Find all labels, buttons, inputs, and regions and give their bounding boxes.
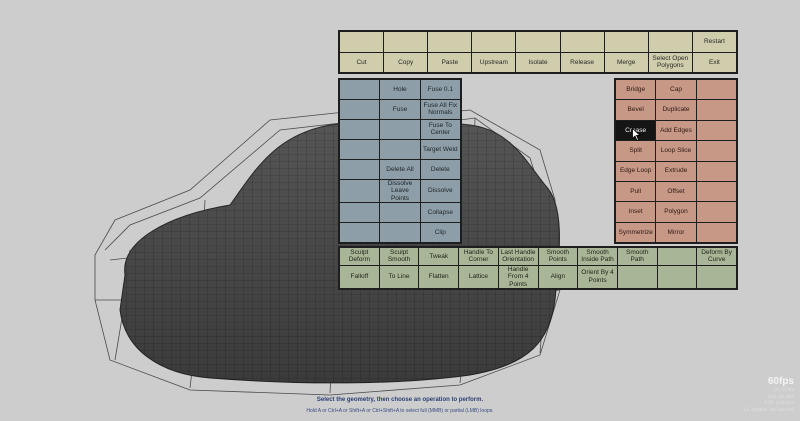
tweak-button[interactable]: Tweak (419, 248, 459, 265)
add-edges-button[interactable]: Add Edges (656, 120, 696, 141)
fuse-all-fix-normals-button[interactable]: Fuse All Fix Normals (420, 99, 460, 119)
release-button[interactable]: Release (560, 52, 604, 72)
edges-selected-count: 12 edges selected (742, 406, 794, 413)
bottom-command-panel: Sculpt Deform Sculpt Smooth Tweak Handle… (338, 246, 738, 290)
last-handle-orientation-button[interactable]: Last Handle Orientation (498, 248, 538, 265)
exit-button[interactable]: Exit (692, 52, 736, 72)
left-cell-empty (380, 119, 420, 139)
smooth-inside-path-button[interactable]: Smooth Inside Path (578, 248, 617, 265)
left-cell-empty (340, 159, 380, 179)
top-cell-empty (604, 32, 648, 52)
left-cell-empty (340, 119, 380, 139)
flatten-button[interactable]: Flatten (419, 265, 459, 288)
select-open-polygons-button[interactable]: Select Open Polygons (648, 52, 692, 72)
fuse-0-1-button[interactable]: Fuse 0.1 (420, 80, 460, 99)
mouse-cursor-icon (632, 128, 641, 141)
bevel-button[interactable]: Bevel (616, 100, 656, 120)
left-cell-empty (340, 80, 380, 99)
fuse-to-center-button[interactable]: Fuse To Center (420, 119, 460, 139)
deform-by-curve-button[interactable]: Deform By Curve (697, 248, 736, 265)
orient-by-4-points-button[interactable]: Orient By 4 Points (578, 265, 617, 288)
right-cell-empty (696, 141, 736, 161)
mirror-button[interactable]: Mirror (656, 222, 696, 242)
upstream-button[interactable]: Upstream (472, 52, 516, 72)
left-cell-empty (380, 223, 420, 242)
align-button[interactable]: Align (538, 265, 578, 288)
duplicate-button[interactable]: Duplicate (656, 100, 696, 120)
target-weld-button[interactable]: Target Weld (420, 139, 460, 159)
top-cell-empty (340, 32, 384, 52)
left-cell-empty (340, 139, 380, 159)
left-cell-empty (340, 99, 380, 119)
bottom-cell-empty (617, 265, 657, 288)
cut-button[interactable]: Cut (340, 52, 384, 72)
restart-button[interactable]: Restart (692, 32, 736, 52)
edge-loop-button[interactable]: Edge Loop (616, 161, 656, 181)
right-command-panel: Bridge Cap Bevel Duplicate Crease Add Ed… (614, 78, 738, 244)
instruction-text: Select the geometry, then choose an oper… (316, 397, 484, 403)
sculpt-deform-button[interactable]: Sculpt Deform (340, 248, 379, 265)
loop-slice-button[interactable]: Loop Slice (656, 141, 696, 161)
performance-hud: 60fps 16.67ms 120 prims 128 points 12 ed… (743, 376, 794, 413)
top-cell-empty (648, 32, 692, 52)
hint-text: Hold A or Ctrl+A or Shift+A or Ctrl+Shif… (306, 408, 494, 414)
delete-all-button[interactable]: Delete All (380, 159, 420, 179)
top-command-panel: Restart Cut Copy Paste Upstream Isolate … (338, 30, 738, 74)
isolate-button[interactable]: Isolate (516, 52, 560, 72)
right-cell-empty (696, 120, 736, 141)
dissolve-leave-points-button[interactable]: Dissolve Leave Points (380, 179, 420, 203)
clip-button[interactable]: Clip (420, 223, 460, 242)
sculpt-smooth-button[interactable]: Sculpt Smooth (379, 248, 419, 265)
handle-from-4-points-button[interactable]: Handle From 4 Points (498, 265, 538, 288)
offset-button[interactable]: Offset (656, 181, 696, 202)
left-cell-empty (380, 203, 420, 223)
bottom-cell-empty (657, 248, 697, 265)
right-cell-empty (696, 161, 736, 181)
fuse-button[interactable]: Fuse (380, 99, 420, 119)
smooth-path-button[interactable]: Smooth Path (617, 248, 657, 265)
hole-button[interactable]: Hole (380, 80, 420, 99)
left-cell-empty (340, 179, 380, 203)
smooth-points-button[interactable]: Smooth Points (538, 248, 578, 265)
right-cell-empty (696, 100, 736, 120)
right-cell-empty (696, 202, 736, 222)
merge-button[interactable]: Merge (604, 52, 648, 72)
delete-button[interactable]: Delete (420, 159, 460, 179)
polygon-button[interactable]: Polygon (656, 202, 696, 222)
top-cell-empty (472, 32, 516, 52)
collapse-button[interactable]: Collapse (420, 203, 460, 223)
fps-readout: 60fps (767, 376, 794, 387)
right-cell-empty (696, 181, 736, 202)
to-line-button[interactable]: To Line (379, 265, 419, 288)
paste-button[interactable]: Paste (428, 52, 472, 72)
pull-button[interactable]: Pull (616, 181, 656, 202)
left-cell-empty (380, 139, 420, 159)
top-cell-empty (516, 32, 560, 52)
symmetrize-button[interactable]: Symmetrize (616, 222, 656, 242)
copy-button[interactable]: Copy (384, 52, 428, 72)
lattice-button[interactable]: Lattice (459, 265, 498, 288)
bottom-cell-empty (657, 265, 697, 288)
top-cell-empty (428, 32, 472, 52)
split-button[interactable]: Split (616, 141, 656, 161)
right-cell-empty (696, 80, 736, 100)
falloff-button[interactable]: Falloff (340, 265, 379, 288)
top-cell-empty (384, 32, 428, 52)
bottom-cell-empty (697, 265, 736, 288)
dissolve-button[interactable]: Dissolve (420, 179, 460, 203)
left-command-panel: Hole Fuse 0.1 Fuse Fuse All Fix Normals … (338, 78, 462, 244)
cap-button[interactable]: Cap (656, 80, 696, 100)
handle-to-corner-button[interactable]: Handle To Corner (459, 248, 498, 265)
extrude-button[interactable]: Extrude (656, 161, 696, 181)
top-cell-empty (560, 32, 604, 52)
left-cell-empty (340, 203, 380, 223)
left-cell-empty (340, 223, 380, 242)
bridge-button[interactable]: Bridge (616, 80, 656, 100)
inset-button[interactable]: Inset (616, 202, 656, 222)
right-cell-empty (696, 222, 736, 242)
